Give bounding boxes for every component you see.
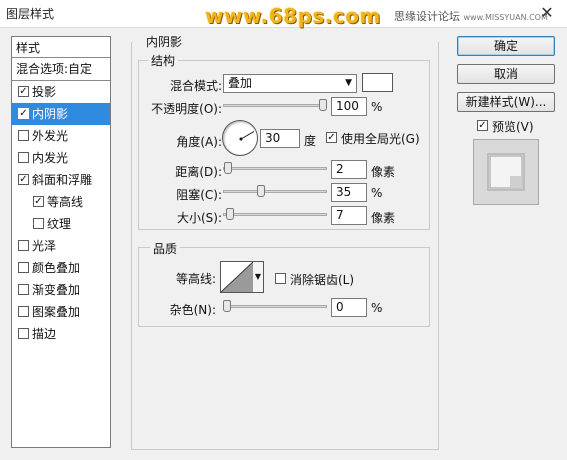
choke-unit: % — [371, 186, 383, 200]
sidebar-item-11[interactable]: 描边 — [12, 323, 110, 345]
size-unit: 像素 — [371, 211, 396, 225]
size-label: 大小(S): — [176, 211, 222, 225]
preview-swatch-image — [487, 153, 525, 191]
sidebar-item-label: 图案叠加 — [32, 305, 81, 319]
distance-label: 距离(D): — [175, 165, 222, 179]
noise-slider-thumb[interactable] — [223, 300, 231, 312]
sidebar-item-3[interactable]: 内发光 — [12, 147, 110, 169]
site-credit-name: 思缘设计论坛 — [394, 10, 460, 23]
distance-slider-thumb[interactable] — [223, 162, 232, 174]
cancel-button[interactable]: 取消 — [457, 64, 555, 84]
blend-mode-select[interactable]: 叠加 ▼ — [223, 74, 357, 93]
sidebar-header: 样式 — [12, 37, 110, 58]
choke-slider-thumb[interactable] — [256, 185, 265, 197]
distance-slider-track[interactable] — [223, 167, 327, 170]
sidebar-item-7[interactable]: 光泽 — [12, 235, 110, 257]
window-title: 图层样式 — [6, 7, 55, 21]
checkbox-icon[interactable] — [18, 262, 29, 273]
checkbox-icon[interactable] — [18, 152, 29, 163]
antialias-label: 消除锯齿(L) — [290, 273, 355, 287]
sidebar-item-label: 斜面和浮雕 — [32, 173, 93, 187]
title-bar: 图层样式 www.68ps.com 思缘设计论坛 www.MISSYUAN.CO… — [0, 0, 567, 28]
checkbox-icon[interactable] — [275, 273, 286, 284]
contour-dropdown-button[interactable]: ▼ — [253, 261, 264, 293]
sidebar-item-1[interactable]: 内阴影 — [12, 103, 110, 125]
checkbox-icon[interactable] — [326, 132, 337, 143]
angle-dial[interactable] — [222, 120, 258, 156]
chevron-down-icon: ▼ — [254, 272, 262, 281]
ok-button[interactable]: 确定 — [457, 36, 555, 56]
noise-slider-track[interactable] — [223, 305, 327, 308]
sidebar-item-2[interactable]: 外发光 — [12, 125, 110, 147]
sidebar-item-10[interactable]: 图案叠加 — [12, 301, 110, 323]
sidebar-item-label: 投影 — [32, 85, 57, 99]
contour-preview[interactable] — [220, 261, 254, 293]
sidebar-item-label: 外发光 — [32, 129, 69, 143]
style-preview-thumbnail — [473, 139, 539, 205]
angle-unit: 度 — [304, 134, 317, 148]
sidebar-item-5[interactable]: 等高线 — [12, 191, 110, 213]
quality-title: 品质 — [150, 240, 181, 257]
noise-input[interactable]: 0 — [331, 298, 367, 317]
checkbox-icon[interactable] — [18, 130, 29, 141]
choke-input[interactable]: 35 — [331, 183, 367, 202]
size-slider-thumb[interactable] — [225, 208, 234, 220]
size-input[interactable]: 7 — [331, 206, 367, 225]
site-credit: 思缘设计论坛 www.MISSYUAN.COM — [394, 8, 548, 24]
structure-title: 结构 — [148, 52, 179, 69]
checkbox-icon[interactable] — [18, 328, 29, 339]
opacity-slider-track[interactable] — [223, 104, 327, 107]
opacity-input[interactable]: 100 — [331, 97, 367, 116]
angle-dial-indicator — [239, 131, 255, 141]
sidebar-item-6[interactable]: 纹理 — [12, 213, 110, 235]
new-style-button[interactable]: 新建样式(W)... — [457, 92, 555, 112]
contour-curve-icon — [221, 262, 253, 292]
sidebar-item-8[interactable]: 颜色叠加 — [12, 257, 110, 279]
sidebar-item-label: 描边 — [32, 327, 57, 341]
noise-label: 杂色(N): — [169, 303, 216, 317]
sidebar-item-label: 内阴影 — [32, 107, 69, 121]
sidebar-item-label: 等高线 — [47, 195, 84, 209]
checkbox-icon[interactable] — [18, 240, 29, 251]
checkbox-icon[interactable] — [18, 284, 29, 295]
sidebar-item-0[interactable]: 投影 — [12, 81, 110, 103]
blend-mode-value: 叠加 — [228, 76, 253, 90]
sidebar-item-label: 光泽 — [32, 239, 57, 253]
watermark-text: www.68ps.com — [205, 4, 381, 28]
checkbox-icon[interactable] — [18, 108, 29, 119]
close-button[interactable]: ✕ — [535, 4, 559, 22]
angle-input[interactable]: 30 — [260, 129, 300, 148]
panel-title: 内阴影 — [143, 33, 186, 50]
opacity-slider-thumb[interactable] — [319, 99, 327, 111]
size-slider-track[interactable] — [223, 213, 327, 216]
sidebar-item-label: 内发光 — [32, 151, 69, 165]
angle-label: 角度(A): — [176, 135, 222, 149]
checkbox-icon[interactable] — [18, 174, 29, 185]
styles-sidebar: 样式 混合选项:自定 投影内阴影外发光内发光斜面和浮雕等高线纹理光泽颜色叠加渐变… — [11, 36, 111, 448]
chevron-down-icon: ▼ — [345, 78, 352, 88]
checkbox-icon[interactable] — [33, 196, 44, 207]
checkbox-icon[interactable] — [33, 218, 44, 229]
sidebar-item-4[interactable]: 斜面和浮雕 — [12, 169, 110, 191]
distance-unit: 像素 — [371, 165, 396, 179]
blend-mode-label: 混合模式: — [169, 79, 222, 93]
sidebar-item-9[interactable]: 渐变叠加 — [12, 279, 110, 301]
checkbox-icon[interactable] — [18, 86, 29, 97]
contour-label: 等高线: — [175, 272, 216, 286]
checkbox-icon[interactable] — [477, 120, 488, 131]
checkbox-icon[interactable] — [18, 306, 29, 317]
sidebar-item-label: 纹理 — [47, 217, 72, 231]
sidebar-item-label: 颜色叠加 — [32, 261, 81, 275]
preview-label: 预览(V) — [492, 120, 534, 134]
choke-label: 阻塞(C): — [176, 188, 222, 202]
global-light-label: 使用全局光(G) — [341, 132, 420, 146]
opacity-label: 不透明度(O): — [151, 102, 222, 116]
opacity-unit: % — [371, 100, 383, 114]
distance-input[interactable]: 2 — [331, 160, 367, 179]
shadow-color-swatch[interactable] — [362, 73, 393, 92]
sidebar-item-blend-options[interactable]: 混合选项:自定 — [12, 58, 110, 81]
noise-unit: % — [371, 301, 383, 315]
sidebar-item-label: 渐变叠加 — [32, 283, 81, 297]
choke-slider-track[interactable] — [223, 190, 327, 193]
